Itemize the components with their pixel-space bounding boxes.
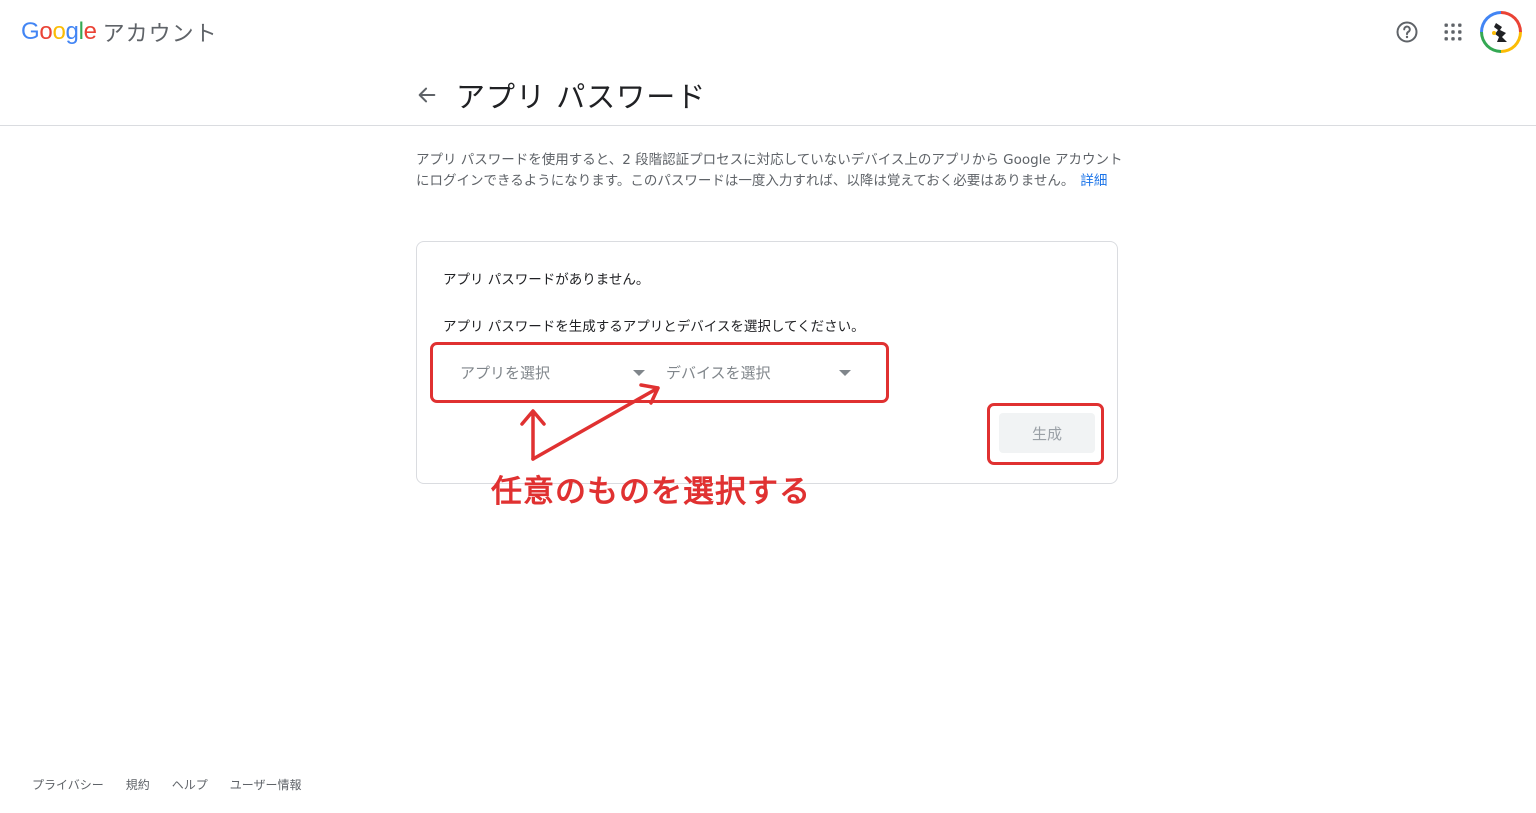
chevron-down-icon bbox=[839, 370, 851, 376]
footer: プライバシー 規約 ヘルプ ユーザー情報 bbox=[32, 776, 302, 793]
description-text: アプリ パスワードを使用すると、2 段階認証プロセスに対応していないデバイス上の… bbox=[416, 152, 1123, 189]
help-icon bbox=[1396, 21, 1418, 43]
back-button[interactable] bbox=[412, 80, 442, 110]
footer-link-privacy[interactable]: プライバシー bbox=[32, 776, 104, 793]
select-device-label: デバイスを選択 bbox=[666, 363, 771, 382]
page-description: アプリ パスワードを使用すると、2 段階認証プロセスに対応していないデバイス上の… bbox=[416, 150, 1126, 192]
learn-more-link[interactable]: 詳細 bbox=[1080, 173, 1107, 189]
apps-icon bbox=[1444, 23, 1462, 41]
generate-button[interactable]: 生成 bbox=[999, 413, 1095, 453]
select-app-label: アプリを選択 bbox=[460, 363, 551, 382]
no-passwords-message: アプリ パスワードがありません。 bbox=[443, 272, 650, 288]
chevron-down-icon bbox=[633, 370, 645, 376]
instruction-text: アプリ パスワードを生成するアプリとデバイスを選択してください。 bbox=[443, 319, 865, 335]
avatar-figure-icon bbox=[1492, 23, 1507, 42]
page-title: アプリ パスワード bbox=[456, 80, 707, 114]
apps-button[interactable] bbox=[1430, 10, 1476, 54]
select-app-dropdown[interactable]: アプリを選択 bbox=[460, 355, 645, 389]
header-divider bbox=[0, 125, 1536, 126]
account-avatar[interactable] bbox=[1480, 11, 1522, 53]
footer-link-user-info[interactable]: ユーザー情報 bbox=[230, 776, 302, 793]
select-device-dropdown[interactable]: デバイスを選択 bbox=[666, 355, 851, 389]
app-password-card: アプリ パスワードがありません。 アプリ パスワードを生成するアプリとデバイスを… bbox=[416, 241, 1118, 484]
arrow-back-icon bbox=[418, 87, 436, 103]
google-account-logo[interactable]: Google アカウント bbox=[21, 16, 218, 48]
help-button[interactable] bbox=[1384, 10, 1430, 54]
footer-link-help[interactable]: ヘルプ bbox=[172, 776, 208, 793]
annotation-text: 任意のものを選択する bbox=[491, 474, 811, 510]
logo-suffix: アカウント bbox=[102, 22, 218, 47]
avatar-image bbox=[1483, 14, 1519, 50]
top-right-icons bbox=[1384, 10, 1522, 54]
footer-link-terms[interactable]: 規約 bbox=[126, 776, 150, 793]
google-logo-text: Google bbox=[21, 18, 97, 45]
page-header: アプリ パスワード bbox=[412, 72, 706, 118]
